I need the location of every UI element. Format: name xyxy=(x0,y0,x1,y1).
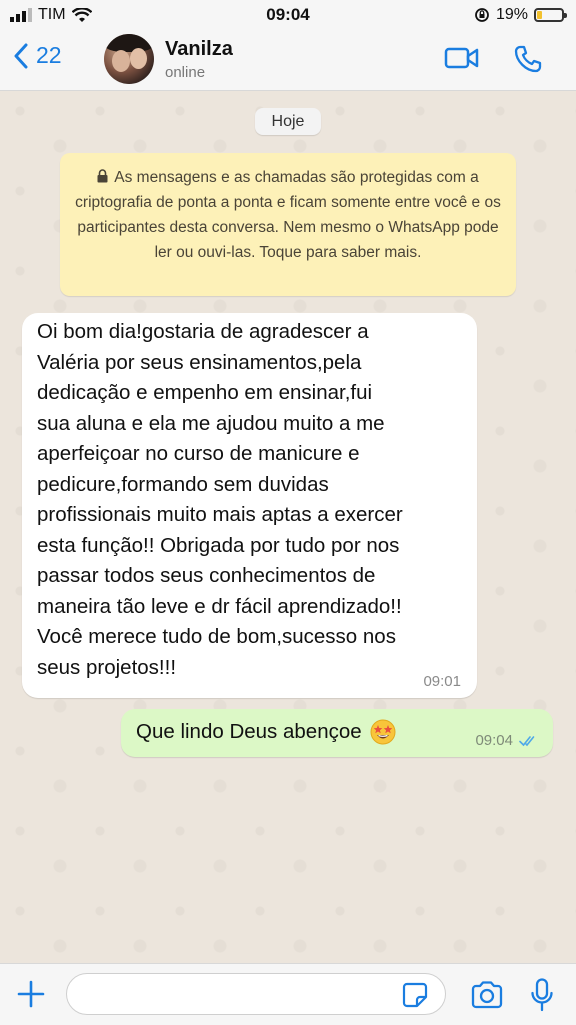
microphone-icon[interactable] xyxy=(530,978,554,1012)
back-button[interactable]: 22 xyxy=(14,42,62,69)
chat-header: 22 Vanilza online xyxy=(0,30,576,91)
message-text: Oi bom dia!gostaria de agradescer a Valé… xyxy=(37,320,403,679)
message-time: 09:04 xyxy=(475,732,513,749)
battery-percent: 19% xyxy=(495,6,528,23)
outgoing-message[interactable]: Que lindo Deus abençoe 09:04 xyxy=(121,709,553,757)
sticker-icon[interactable] xyxy=(402,982,428,1008)
incoming-message[interactable]: Oi bom dia!gostaria de agradescer a Valé… xyxy=(22,313,477,698)
video-call-icon[interactable] xyxy=(444,46,480,70)
camera-icon[interactable] xyxy=(470,981,504,1009)
chevron-left-icon xyxy=(14,43,28,68)
contact-presence: online xyxy=(165,64,206,81)
chat-area[interactable]: Hoje As mensagens e as chamadas são prot… xyxy=(0,91,576,963)
encryption-notice-text: As mensagens e as chamadas são protegida… xyxy=(75,169,501,261)
battery-level xyxy=(537,11,542,19)
encryption-notice[interactable]: As mensagens e as chamadas são protegida… xyxy=(60,153,516,296)
avatar-hair xyxy=(104,34,154,52)
message-text: Que lindo Deus abençoe xyxy=(136,720,362,743)
avatar-face xyxy=(112,50,130,72)
unread-count: 22 xyxy=(36,42,62,68)
message-time: 09:01 xyxy=(423,673,461,690)
lock-icon xyxy=(97,169,108,183)
contact-info[interactable]: Vanilza online xyxy=(165,38,233,81)
message-input[interactable] xyxy=(66,973,446,1015)
status-bar: TIM 09:04 19% xyxy=(0,0,576,30)
status-right: 19% xyxy=(474,6,567,24)
message-content: Que lindo Deus abençoe xyxy=(136,719,396,745)
orientation-lock-icon xyxy=(475,8,489,22)
read-double-check-icon xyxy=(519,735,535,746)
battery-icon xyxy=(534,8,567,22)
avatar[interactable] xyxy=(104,34,154,84)
message-composer xyxy=(0,963,576,1025)
star-struck-emoji-icon xyxy=(370,719,396,745)
phone-call-icon[interactable] xyxy=(513,44,543,74)
date-chip: Hoje xyxy=(255,108,321,135)
contact-name: Vanilza xyxy=(165,38,233,60)
plus-icon[interactable] xyxy=(16,979,46,1009)
message-meta: 09:04 xyxy=(475,732,539,749)
avatar-face xyxy=(130,48,147,69)
